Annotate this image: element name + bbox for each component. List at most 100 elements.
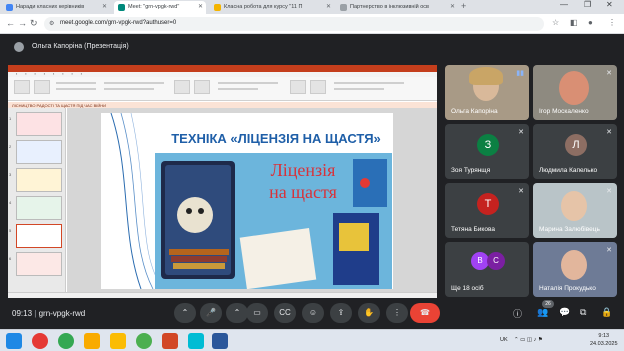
browser-tab-strip: Наради класних керівників ✕ Meet: "grn-v…: [0, 0, 624, 14]
browser-tab-active[interactable]: Meet: "grn-vpgk-rwd" ✕: [114, 1, 206, 14]
powerpoint-titlebar: [8, 65, 437, 72]
participant-tile[interactable]: ▮▮ Ольга Капоріна: [445, 65, 529, 120]
microphone-button[interactable]: 🎤: [200, 303, 222, 323]
tab-title: Meet: "grn-vpgk-rwd": [128, 4, 180, 10]
more-actions-button[interactable]: ⋮: [386, 303, 408, 323]
slide-thumbnail-selected[interactable]: [16, 224, 62, 248]
participant-tile[interactable]: Т ✕ Тетяна Бикова: [445, 183, 529, 238]
more-options-icon[interactable]: ⌃: [174, 303, 196, 323]
slide-thumbnail[interactable]: [16, 112, 62, 136]
mic-off-icon: ✕: [518, 129, 524, 136]
participant-name: Ігор Москаленко: [539, 108, 589, 115]
windows-taskbar: UK ⌃ ▭ ◫ ♪ ⚑ 9:13 24.03.2025: [0, 329, 624, 351]
camera-button[interactable]: ▭: [246, 303, 268, 323]
taskbar-clock[interactable]: 9:13 24.03.2025: [590, 332, 618, 348]
powerpoint-ribbon: [8, 77, 437, 101]
slide-thumbnails: 1 2 3 4 5 6: [8, 108, 66, 292]
bookmark-star-icon[interactable]: ☆: [552, 18, 559, 27]
tab-title: Партнерство в інклюзивній осв: [350, 4, 429, 10]
host-controls-icon[interactable]: 🔒: [601, 307, 612, 318]
profile-icon[interactable]: ●: [588, 18, 593, 27]
participant-tile[interactable]: З ✕ Зоя Турянщя: [445, 124, 529, 179]
meeting-details-icon[interactable]: ⓘ: [513, 307, 522, 320]
address-bar[interactable]: ⚙ meet.google.com/grn-vpgk-rwd?authuser=…: [44, 17, 544, 31]
others-tile[interactable]: В С Ще 18 осіб: [445, 242, 529, 297]
close-tab-icon[interactable]: ✕: [326, 3, 331, 10]
shared-screen: ▪ ▪ ▪ ▪ ▪ ▪ ▪ ▪ ЛІСНИЦТВО РАДОСТІ ТА ЩАСТЯ ПІД …: [8, 65, 437, 298]
mic-off-icon: ✕: [606, 70, 612, 77]
people-icon[interactable]: 👥: [537, 307, 548, 318]
meet-header: Ольга Капоріна (Презентація): [0, 35, 624, 61]
close-tab-icon[interactable]: ✕: [198, 3, 203, 10]
participant-tile[interactable]: ✕ Наталія Прокудько: [533, 242, 617, 297]
start-icon[interactable]: [6, 333, 22, 349]
file-explorer-icon[interactable]: [84, 333, 100, 349]
participant-avatar: С: [487, 252, 505, 270]
participant-tile[interactable]: ✕ Марина Залюбівець: [533, 183, 617, 238]
web-page-icon: [340, 4, 347, 11]
chrome-icon[interactable]: [58, 333, 74, 349]
slide-editor: ТЕХНІКА «ЛІЦЕНЗІЯ НА ЩАСТЯ» Ліцензія на …: [67, 108, 437, 292]
browser-tab[interactable]: Наради класних керівників ✕: [2, 1, 110, 14]
extensions-icon[interactable]: ◧: [570, 18, 578, 27]
slide-thumbnail[interactable]: [16, 140, 62, 164]
chrome-app-icon[interactable]: [136, 333, 152, 349]
new-tab-icon[interactable]: +: [461, 1, 466, 11]
slide-thumbnail[interactable]: [16, 168, 62, 192]
participant-tile[interactable]: ✕ Ігор Москаленко: [533, 65, 617, 120]
clock-time: 9:13: [598, 333, 610, 339]
browser-tab[interactable]: Партнерство в інклюзивній осв ✕: [336, 1, 458, 14]
presenter-label: Ольга Капоріна (Презентація): [32, 43, 129, 50]
site-info-icon[interactable]: ⚙: [49, 20, 54, 27]
opera-icon[interactable]: [32, 333, 48, 349]
back-icon[interactable]: ←: [6, 18, 15, 28]
emoji-button[interactable]: ☺: [302, 303, 324, 323]
google-classroom-icon: [6, 4, 13, 11]
language-indicator[interactable]: UK: [500, 337, 508, 343]
participant-avatar: Л: [565, 134, 587, 156]
chat-icon[interactable]: 💬: [559, 307, 570, 318]
mic-off-icon: ✕: [606, 188, 612, 195]
presenter-avatar: [14, 42, 24, 52]
activities-icon[interactable]: ⧉: [580, 307, 586, 318]
tray-icons[interactable]: ⌃ ▭ ◫ ♪ ⚑: [514, 337, 543, 343]
slide-thumbnail[interactable]: [16, 252, 62, 276]
captions-button[interactable]: CC: [274, 303, 296, 323]
book-title-line-1: Ліцензія: [270, 160, 336, 180]
leave-call-button[interactable]: ☎: [410, 303, 440, 323]
participant-avatar: З: [477, 134, 499, 156]
classroom-icon: [214, 4, 221, 11]
close-tab-icon[interactable]: ✕: [450, 3, 455, 10]
camera-options-icon[interactable]: ⌃: [226, 303, 248, 323]
participant-face: [559, 71, 589, 105]
book-title: Ліцензія на щастя: [253, 159, 353, 203]
minimize-icon[interactable]: —: [560, 0, 568, 9]
mic-off-icon: ✕: [606, 247, 612, 254]
present-button[interactable]: ⇪: [330, 303, 352, 323]
browser-menu-icon[interactable]: ⋮: [608, 18, 616, 27]
raise-hand-button[interactable]: ✋: [358, 303, 380, 323]
browser-toolbar: ← → ↻ ⚙ meet.google.com/grn-vpgk-rwd?aut…: [0, 14, 624, 34]
participant-face: [561, 250, 587, 280]
clock-date: 24.03.2025: [590, 341, 618, 347]
participant-name: Ольга Капоріна: [451, 108, 498, 115]
browser-tab[interactable]: Класна робота для курсу "11 П ✕: [210, 1, 334, 14]
slide-thumbnail[interactable]: [16, 196, 62, 220]
participant-name: Тетяна Бикова: [451, 226, 495, 233]
slide-book-illustration: Ліцензія на щастя: [155, 153, 392, 289]
word-icon[interactable]: [212, 333, 228, 349]
speaking-indicator-icon: ▮▮: [516, 70, 524, 77]
url-text: meet.google.com/grn-vpgk-rwd?authuser=0: [60, 20, 177, 26]
participant-count-badge: 26: [542, 300, 554, 308]
media-icon[interactable]: [188, 333, 204, 349]
maximize-icon[interactable]: ❐: [584, 0, 591, 9]
participant-avatar: Т: [477, 193, 499, 215]
participant-tile[interactable]: Л ✕ Людмила Капелько: [533, 124, 617, 179]
reload-icon[interactable]: ↻: [30, 18, 38, 29]
close-tab-icon[interactable]: ✕: [102, 3, 107, 10]
powerpoint-icon[interactable]: [162, 333, 178, 349]
close-window-icon[interactable]: ✕: [606, 0, 613, 9]
mic-off-icon: ✕: [606, 129, 612, 136]
folder-icon[interactable]: [110, 333, 126, 349]
forward-icon[interactable]: →: [18, 18, 27, 28]
